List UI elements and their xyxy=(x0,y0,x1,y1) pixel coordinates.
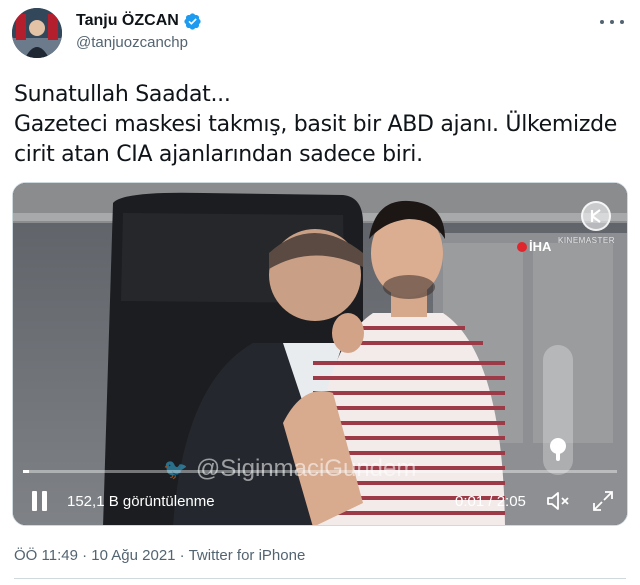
iha-mark-icon xyxy=(517,241,527,252)
iha-logo-text: İHA xyxy=(529,239,552,254)
more-dot-icon xyxy=(600,20,604,24)
pause-icon xyxy=(42,491,47,511)
tweet-text: Sunatullah Saadat... Gazeteci maskesi ta… xyxy=(14,80,626,170)
playback-time: 0:01 / 2:05 xyxy=(455,493,526,510)
profile-photo xyxy=(12,8,62,58)
iha-logo: İHA xyxy=(517,239,551,254)
tweet-timestamp[interactable]: ÖÖ 11:49 · 10 Ağu 2021 · Twitter for iPh… xyxy=(14,547,305,564)
watermark-text: @SiginmaciGundem xyxy=(195,455,417,482)
tweet-line: Gazeteci maskesi takmış, basit bir ABD a… xyxy=(14,112,617,137)
video-player[interactable]: KINEMASTER İHA 🐦 @SiginmaciGundem 152,1 … xyxy=(12,182,628,526)
volume-slider[interactable] xyxy=(543,345,573,475)
avatar[interactable] xyxy=(12,8,62,58)
kinemaster-brand: KINEMASTER xyxy=(557,236,615,245)
video-watermark: 🐦 @SiginmaciGundem xyxy=(163,455,416,483)
speaker-muted-icon xyxy=(547,492,569,510)
twitter-bird-icon: 🐦 xyxy=(163,458,188,481)
more-options-button[interactable] xyxy=(600,14,624,30)
more-dot-icon xyxy=(610,20,614,24)
divider xyxy=(14,578,626,579)
mute-button[interactable] xyxy=(545,489,571,513)
progress-fill xyxy=(23,470,29,473)
video-controls: 152,1 B görüntülenme 0:01 / 2:05 xyxy=(13,483,627,523)
verified-badge-icon xyxy=(184,12,201,30)
author-name[interactable]: Tanju ÖZCAN xyxy=(76,12,179,30)
volume-handle[interactable] xyxy=(550,438,566,454)
more-dot-icon xyxy=(620,20,624,24)
tweet-line: cirit atan CIA ajanlarından sadece biri. xyxy=(14,142,423,167)
author-handle[interactable]: @tanjuozcanchp xyxy=(76,34,202,51)
pause-button[interactable] xyxy=(31,491,49,511)
pause-icon xyxy=(32,491,37,511)
tweet-line: Sunatullah Saadat... xyxy=(14,82,231,107)
view-count: 152,1 B görüntülenme xyxy=(67,493,215,510)
tweet-author: Tanju ÖZCAN @tanjuozcanchp xyxy=(76,10,202,51)
fullscreen-button[interactable] xyxy=(591,489,615,513)
kinemaster-logo-icon xyxy=(581,201,611,231)
expand-icon xyxy=(593,491,613,511)
progress-bar[interactable] xyxy=(23,470,617,473)
